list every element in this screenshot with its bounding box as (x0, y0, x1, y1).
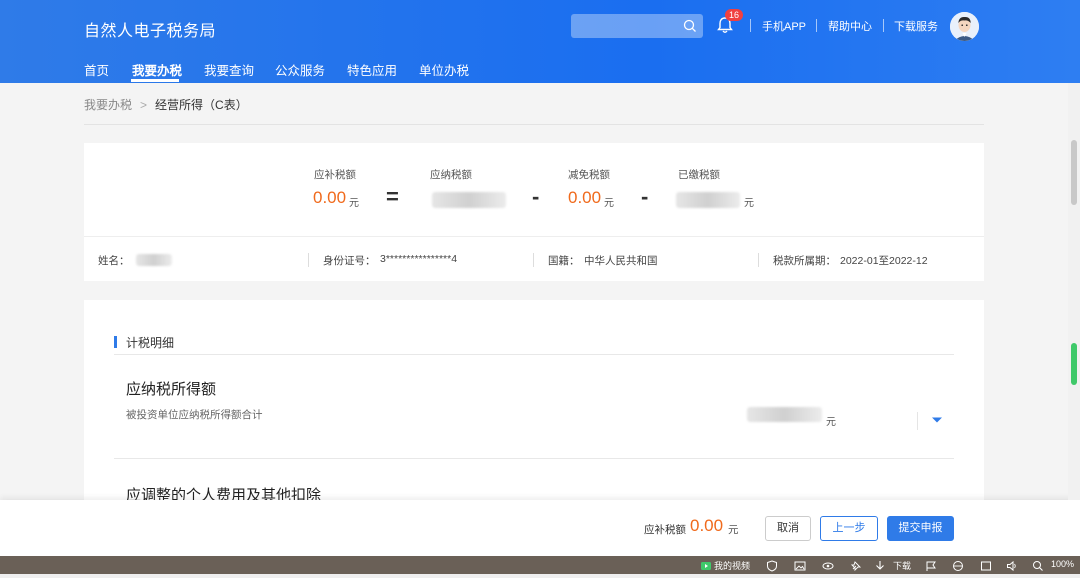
exempt-tax-label: 减免税额 (568, 169, 610, 181)
header-divider (816, 19, 817, 32)
nationality-label: 国籍： (548, 255, 580, 267)
nav-special-apps[interactable]: 特色应用 (347, 60, 397, 79)
exempt-tax-unit: 元 (604, 198, 614, 209)
footer-due-tax-unit: 元 (728, 524, 739, 536)
browser-icon[interactable] (952, 560, 964, 572)
active-nav-indicator (131, 79, 179, 82)
paid-tax-unit: 元 (744, 198, 754, 209)
user-avatar[interactable] (950, 12, 979, 41)
top-header: 自然人电子税务局 16 手机APP 帮助中心 下载服务 首页 我要办税 我要查询… (0, 0, 1080, 83)
tax-detail-card: 计税明细 应纳税所得额 被投资单位应纳税所得额合计 元 应调整的个人费用及其他扣… (84, 300, 984, 504)
breadcrumb-separator: > (140, 98, 148, 112)
eye-icon[interactable] (822, 560, 834, 572)
submit-declaration-button[interactable]: 提交申报 (887, 516, 954, 541)
id-label: 身份证号： (323, 255, 376, 267)
item-row-divider (114, 458, 954, 459)
nationality-value: 中华人民共和国 (584, 255, 658, 267)
download-icon[interactable] (874, 560, 886, 572)
video-icon[interactable] (700, 560, 712, 572)
previous-step-button[interactable]: 上一步 (820, 516, 878, 541)
breadcrumb-divider (84, 124, 984, 125)
minus-sign: - (532, 184, 540, 209)
cancel-button[interactable]: 取消 (765, 516, 811, 541)
tax-summary-card: 应补税额 0.00 元 = 应纳税额 - 减免税额 0.00 元 - 已缴税额 … (84, 143, 984, 281)
paid-tax-label: 已缴税额 (678, 169, 720, 181)
info-divider (533, 253, 534, 267)
info-divider (758, 253, 759, 267)
header-divider (883, 19, 884, 32)
search-icon[interactable] (683, 19, 697, 33)
taxable-income-title: 应纳税所得额 (126, 381, 217, 398)
taskbar-strip (0, 574, 1080, 578)
pin-icon[interactable] (850, 560, 862, 572)
avatar-image (950, 12, 979, 41)
shield-icon[interactable] (766, 560, 778, 572)
side-indicator (1071, 343, 1077, 385)
due-tax-label: 应补税额 (314, 169, 356, 181)
nav-query[interactable]: 我要查询 (204, 60, 254, 79)
name-label: 姓名： (98, 255, 130, 267)
taxable-income-unit: 元 (826, 417, 836, 428)
download-label[interactable]: 下载 (893, 559, 911, 572)
item-divider (917, 412, 918, 430)
nav-public-service[interactable]: 公众服务 (275, 60, 325, 79)
id-value: 3****************4 (380, 253, 458, 265)
taxable-income-value-redacted (747, 407, 822, 422)
mobile-app-link[interactable]: 手机APP (762, 18, 806, 34)
my-video-label[interactable]: 我的视频 (714, 559, 750, 572)
payable-tax-value-redacted (432, 192, 506, 208)
window-icon[interactable] (980, 560, 992, 572)
exempt-tax-value: 0.00 (568, 188, 602, 207)
zoom-icon[interactable] (1032, 560, 1044, 572)
taxable-income-subtitle: 被投资单位应纳税所得额合计 (126, 409, 263, 421)
section-divider (114, 354, 954, 355)
notification-badge: 16 (725, 9, 743, 21)
equals-sign: = (386, 184, 399, 209)
help-center-link[interactable]: 帮助中心 (828, 18, 872, 34)
minus-sign: - (641, 184, 649, 209)
name-value-redacted (136, 254, 172, 266)
site-logo[interactable]: 自然人电子税务局 (84, 17, 216, 41)
summary-divider (84, 236, 984, 237)
scrollbar-thumb[interactable] (1071, 140, 1077, 205)
section-accent-bar (114, 336, 117, 348)
image-icon[interactable] (794, 560, 806, 572)
tax-period-value: 2022-01至2022-12 (840, 255, 928, 267)
flag-icon[interactable] (925, 560, 937, 572)
footer-due-tax-value: 0.00 (690, 516, 724, 535)
due-tax-value: 0.00 (313, 188, 347, 207)
breadcrumb: 我要办税 > 经营所得（C表） (84, 96, 248, 113)
nav-unit-tax[interactable]: 单位办税 (419, 60, 469, 79)
nav-tax-handling[interactable]: 我要办税 (132, 60, 182, 79)
search-box[interactable] (571, 14, 703, 38)
tax-period-label: 税款所属期： (773, 255, 836, 267)
header-divider (750, 19, 751, 32)
breadcrumb-parent[interactable]: 我要办税 (84, 98, 132, 112)
footer-due-tax-label: 应补税额 (644, 524, 686, 536)
speaker-icon[interactable] (1006, 560, 1018, 572)
nav-home[interactable]: 首页 (84, 60, 109, 79)
due-tax-unit: 元 (349, 198, 359, 209)
breadcrumb-current: 经营所得（C表） (155, 98, 248, 112)
footer-action-bar: 应补税额 0.00 元 取消 上一步 提交申报 (0, 500, 1080, 556)
payable-tax-label: 应纳税额 (430, 169, 472, 181)
info-divider (308, 253, 309, 267)
download-service-link[interactable]: 下载服务 (894, 18, 938, 34)
chevron-down-icon[interactable] (931, 416, 943, 424)
section-title: 计税明细 (126, 336, 175, 350)
zoom-level[interactable]: 100% (1051, 559, 1074, 569)
paid-tax-value-redacted (676, 192, 740, 208)
